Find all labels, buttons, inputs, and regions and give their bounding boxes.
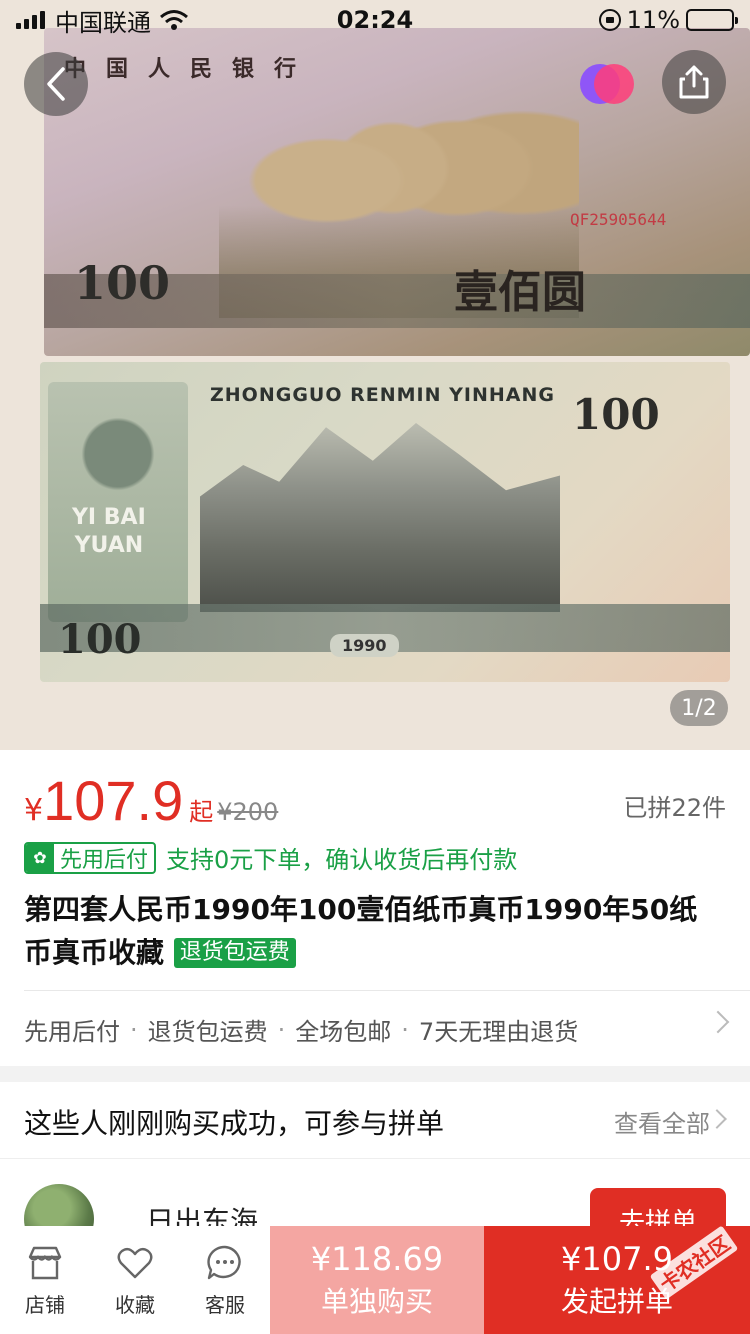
service-item: 7天无理由退货 [418,1018,579,1046]
product-title: 第四套人民币1990年100壹佰纸币真币1990年50纸币真币收藏 退货包运费 [24,893,698,969]
original-price: ¥200 [217,798,279,826]
bottom-action-bar: 店铺 收藏 客服 ¥118.69 单独购买 ¥107.9 发起拼单 [0,1226,750,1334]
banknote-front-image: 中国人民银行 QF25905644 100 壹佰圆 [44,28,750,356]
status-bar: 中国联通 02:24 11% [0,0,750,40]
note-serial: QF25905644 [570,210,667,229]
store-icon [28,1246,62,1279]
note-back-denomination-left: 100 [58,616,142,663]
pinduoduo-logo-icon[interactable] [580,64,634,104]
group-price: 107.9 [43,769,184,832]
mountain-scene [200,423,560,612]
pay-later-row[interactable]: ✿ 先用后付 支持0元下单，确认收货后再付款 [24,840,517,875]
banknote-back-image: ZHONGGUO RENMIN YINHANG 100 YI BAI YUAN … [40,362,730,682]
pay-later-badge: ✿ 先用后付 [24,841,157,874]
carrier-name: 中国联通 [55,8,151,37]
share-button[interactable] [662,50,726,114]
view-all-link[interactable]: 查看全部 [614,1104,710,1139]
note-bank-title: 中国人民银行 [64,56,317,82]
signal-icon [16,11,45,29]
price-row: ¥ 107.9 起 ¥200 [24,768,278,833]
currency-symbol: ¥ [24,793,44,828]
note-yibai-yuan: YI BAI YUAN [72,505,146,558]
product-info: ¥ 107.9 起 ¥200 已拼22件 ✿ 先用后付 支持0元下单，确认收货后… [0,750,750,1066]
chevron-right-icon[interactable] [707,1109,727,1129]
store-button[interactable]: 店铺 [0,1226,90,1334]
chat-icon [207,1245,241,1279]
buy-alone-button[interactable]: ¥118.69 单独购买 [270,1226,484,1334]
note-denomination-cn: 壹佰圆 [454,267,586,318]
back-button[interactable] [24,52,88,116]
battery-icon [686,9,738,31]
customer-service-button[interactable]: 客服 [180,1226,270,1334]
pay-later-icon: ✿ [26,843,54,872]
image-page-indicator: 1/2 [670,690,728,726]
national-emblem [48,382,188,622]
favorite-button[interactable]: 收藏 [90,1226,180,1334]
orientation-lock-icon [598,9,621,31]
chevron-right-icon[interactable] [706,1010,730,1034]
note-back-denomination: 100 [572,390,660,439]
product-image-carousel[interactable]: 中国人民银行 QF25905644 100 壹佰圆 ZHONGGUO RENMI… [0,0,750,750]
service-guarantees[interactable]: 先用后付 · 退货包运费 · 全场包邮 · 7天无理由退货 [24,1012,578,1047]
chevron-left-icon [47,67,65,101]
note-back-heading: ZHONGGUO RENMIN YINHANG [210,384,555,406]
heart-icon [117,1247,153,1278]
price-suffix: 起 [189,798,214,826]
group-buy-title: 这些人刚刚购买成功，可参与拼单 [24,1107,445,1140]
sold-count: 已拼22件 [623,794,726,822]
share-icon [679,65,709,99]
note-denomination: 100 [74,256,171,310]
wifi-icon [160,10,188,30]
note-year: 1990 [330,634,399,657]
battery-percent: 11% [626,6,680,34]
service-item: 退货包运费 [147,1018,268,1046]
service-item: 先用后付 [24,1018,120,1046]
service-item: 全场包邮 [295,1018,392,1046]
return-shipping-badge: 退货包运费 [173,938,296,968]
pay-later-text: 支持0元下单，确认收货后再付款 [166,846,518,874]
